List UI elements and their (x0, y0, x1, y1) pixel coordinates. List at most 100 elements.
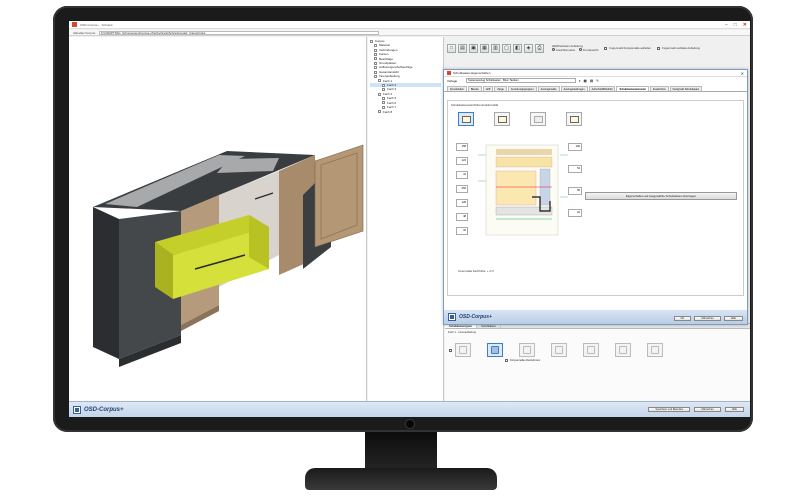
tree-item-label: Auflösungen/Aufbaufolge (379, 65, 413, 70)
adopt-dimensions-option[interactable]: Korpusmaße übernehmen (505, 359, 540, 362)
dimension-field[interactable]: 124 (456, 157, 468, 165)
dimension-field[interactable]: 128 (456, 199, 468, 207)
joint-option-2-checkbox[interactable] (657, 46, 661, 50)
joint-option-2-label: Fugenmaß vertikale Aufteilung (662, 46, 700, 50)
interior-layout-panel: Schubkastentypen Schubkästen Fach 1 - In… (445, 323, 750, 401)
3d-viewport[interactable] (69, 37, 367, 401)
table-icon[interactable]: ▥ (491, 43, 500, 53)
open-icon[interactable]: ▤ (458, 43, 467, 53)
dialog-tab[interactable]: Blende (467, 86, 482, 91)
save-and-exit-button[interactable]: Speichern und Beenden (648, 407, 691, 412)
front-icon[interactable]: ▢ (502, 43, 511, 53)
drawer-style-2[interactable] (494, 112, 510, 126)
dialog-tab[interactable]: Auszugsstellungen (560, 86, 588, 91)
tree-item-label: Fach 3 (387, 87, 397, 92)
section-upper-drawer (495, 156, 553, 168)
minimize-button[interactable]: – (725, 22, 728, 28)
drawer-layout-icon (491, 346, 499, 354)
tree-item-label: Fach 7 (387, 105, 397, 110)
dimension-field[interactable]: 32 (456, 227, 468, 235)
tree-node-icon (374, 52, 377, 56)
drawer-style-4[interactable] (566, 112, 582, 126)
dialog-tab[interactable]: Griff (482, 86, 494, 91)
tree-item-label: Fach 4 (383, 91, 393, 96)
dialog-cancel-button[interactable]: Abbrechen (694, 316, 721, 321)
adopt-dimensions-checkbox[interactable] (505, 359, 508, 362)
close-button[interactable]: ✕ (743, 22, 747, 28)
tree-item-label: Beschläge (379, 56, 394, 61)
dialog-close-button[interactable]: ✕ (741, 71, 744, 76)
cancel-button[interactable]: Abbrechen (694, 407, 721, 412)
tree-node-icon (382, 105, 385, 109)
tree-item[interactable]: Fach 8 (370, 110, 441, 114)
structure-tree[interactable]: Korpus Material Verbindungen Kanten Beschläg… (368, 37, 444, 401)
tree-node-icon (374, 44, 377, 48)
dialog-tab[interactable]: Anordnungsgruppen (507, 86, 537, 91)
status-bar-buttons: Speichern und Beenden Abbrechen Hilfe (648, 407, 744, 412)
radio-front-view[interactable]: Frontansicht (578, 48, 598, 52)
dialog-body: Schubkastenansicht/Konstruktionsbild 158… (447, 100, 744, 296)
drawer-layout-icon (587, 346, 595, 354)
joint-option-2[interactable]: Fugenmaß vertikale Aufteilung (657, 46, 700, 50)
tree-node-icon (374, 70, 377, 74)
window-controls: – □ ✕ (725, 22, 747, 28)
dialog-footer: OSD-Corpus+ OK Abbrechen Hilfe (444, 310, 747, 324)
drawer-layout-option[interactable] (551, 343, 567, 357)
dialog-tab[interactable]: Zarge (494, 86, 507, 91)
new-icon[interactable]: □ (447, 43, 456, 53)
dimension-field[interactable]: 56 (568, 187, 582, 195)
dimension-labels-left: 158 124 41 256 128 48 32 (456, 143, 468, 241)
dialog-tab[interactable]: Schubkastenelemente (616, 86, 649, 91)
drawer-layout-option[interactable] (455, 343, 471, 357)
tool-icon-b[interactable]: ▤ (590, 79, 593, 83)
dimension-field[interactable]: 158 (456, 143, 468, 151)
drawer-layout-option[interactable] (615, 343, 631, 357)
layout-enable-checkbox[interactable] (449, 348, 452, 352)
dialog-tab[interactable]: Konstruktion (447, 86, 467, 91)
tree-node-icon (382, 96, 385, 100)
apply-to-selected-button[interactable]: Eigenschaften auf Ausgewählte Schubkäste… (585, 192, 737, 200)
drawer-style-1[interactable] (458, 112, 474, 126)
tree-item-label: Fach 2 (387, 83, 397, 88)
dimension-field[interactable]: 54 (568, 165, 582, 173)
dimension-field[interactable]: 256 (456, 185, 468, 193)
3d-icon[interactable]: ◈ (524, 43, 533, 53)
main-toolbar: □ ▤ ▣ ▦ ▥ ▢ ◧ ◈ ⎙ Wahlfreiheiten Aufteilung Ansi… (447, 39, 747, 57)
side-icon[interactable]: ◧ (513, 43, 522, 53)
drawer-style-2-icon (497, 115, 507, 123)
dimension-field[interactable]: 22 (568, 209, 582, 217)
print-icon[interactable]: ⎙ (535, 43, 544, 53)
tree-item-label: Material (379, 43, 390, 48)
template-select[interactable]: Systemauszug Schubkasten · Blum Tandem (466, 78, 576, 83)
dialog-help-button[interactable]: Hilfe (723, 316, 743, 321)
dimension-field[interactable]: 48 (456, 213, 468, 221)
chevron-down-icon[interactable]: ▾ (579, 79, 581, 83)
dialog-app-icon (447, 71, 451, 75)
drawer-layout-icon (555, 346, 563, 354)
tool-icon-a[interactable]: ▦ (584, 79, 587, 83)
dimension-field[interactable]: 41 (456, 171, 468, 179)
dialog-tab[interactable]: Zusatzinfos (649, 86, 669, 91)
drawer-layout-option[interactable] (647, 343, 663, 357)
dialog-tab[interactable]: Aufschnitt/Bohrbild (588, 86, 616, 91)
help-button[interactable]: Hilfe (724, 407, 744, 412)
drawer-style-3[interactable] (530, 112, 546, 126)
drawer-layout-option[interactable] (487, 343, 503, 357)
tool-icon-c[interactable]: ✎ (596, 79, 599, 83)
dialog-tab[interactable]: Auszugsmaße (537, 86, 560, 91)
maximize-button[interactable]: □ (734, 22, 737, 28)
path-field[interactable]: S:\OSD\PTSSG_Schreinereien\Corpus+\Tisch… (98, 30, 379, 35)
power-button-icon[interactable] (405, 419, 415, 429)
joint-option-1-checkbox[interactable] (604, 46, 608, 50)
tree-item-label: Korpus (375, 39, 385, 43)
dimension-field[interactable]: 100 (568, 143, 582, 151)
save-icon[interactable]: ▣ (469, 43, 478, 53)
grid-icon[interactable]: ▦ (480, 43, 489, 53)
option-separator: · (606, 348, 608, 352)
drawer-layout-option[interactable] (583, 343, 599, 357)
joint-option-1[interactable]: Fugenmaß Korpusmaße aufteilen (604, 46, 651, 50)
ok-button[interactable]: OK (673, 316, 692, 321)
dialog-tab[interactable]: Fertigmaß Schubkasten (669, 86, 703, 91)
drawer-layout-option[interactable] (519, 343, 535, 357)
radio-view-mode[interactable]: Ansichtsmodus (552, 48, 575, 52)
